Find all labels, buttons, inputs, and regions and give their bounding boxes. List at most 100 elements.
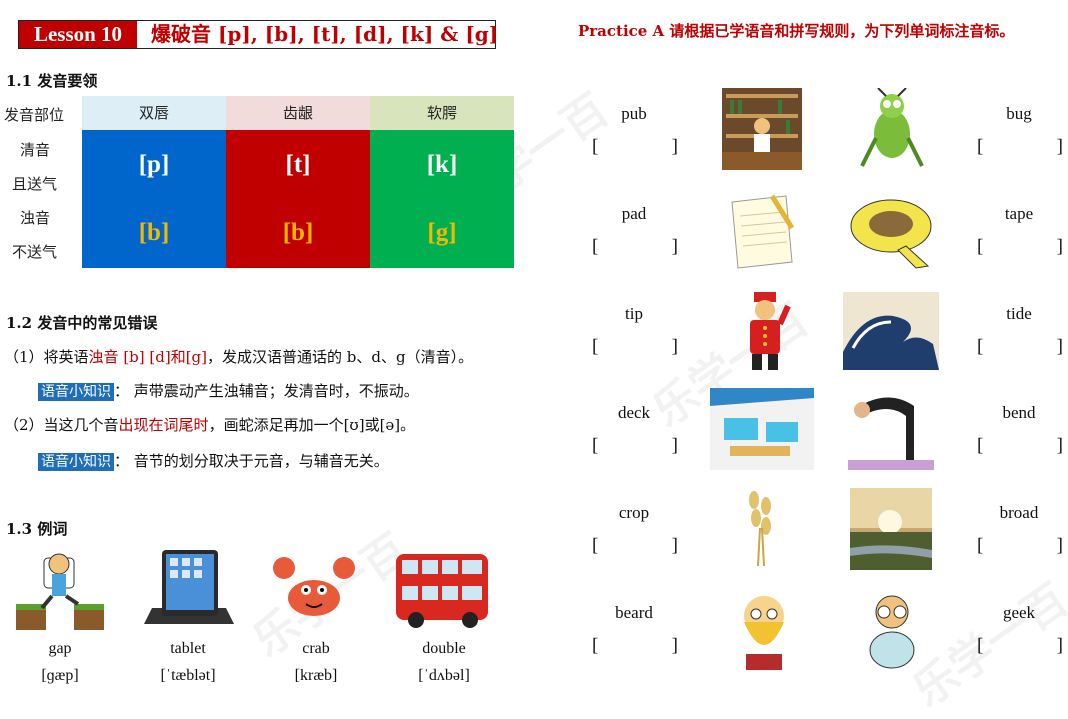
practice-word-broad: broad (999, 503, 1039, 522)
column-header-velar: 软腭 (370, 96, 514, 130)
example-word-tablet: tablet (170, 640, 206, 657)
tip-badge: 语音小知识 (38, 453, 114, 471)
bracket-open: [ (592, 435, 599, 456)
practice-word-beard: beard (615, 603, 653, 622)
practice-word-bug: bug (1006, 104, 1032, 123)
bracket-close: ] (1056, 435, 1063, 456)
section-heading-1-1: 1.1 发音要领 (6, 72, 98, 90)
example-ipa-tablet: [ˈtæblət] (160, 667, 216, 684)
wave-picture (843, 292, 939, 370)
bellhop-picture (736, 288, 796, 372)
answer-field-pad[interactable]: [] (592, 236, 678, 258)
lesson-number: Lesson 10 (19, 21, 137, 48)
bracket-open: [ (977, 535, 984, 556)
symbol-p: [p] (138, 151, 170, 178)
gap-picture (16, 548, 104, 630)
bracket-close: ] (1056, 635, 1063, 656)
section-heading-1-2: 1.2 发音中的常见错误 (6, 314, 158, 332)
tip-line-2: 语音小知识： 音节的划分取决于元音，与辅音无关。 (38, 450, 389, 471)
symbol-k: [k] (426, 151, 458, 178)
practice-word-tide: tide (1006, 304, 1032, 323)
answer-field-beard[interactable]: [] (592, 635, 678, 657)
answer-field-geek[interactable]: [] (977, 635, 1063, 657)
tip-line-1: 语音小知识： 声带震动产生浊辅音；发清音时，不振动。 (38, 380, 419, 401)
answer-field-broad[interactable]: [] (977, 535, 1063, 557)
error-line-1-highlight: 浊音 [b] [d]和[g] (88, 348, 208, 366)
symbol-t: [t] (285, 151, 311, 178)
bracket-close: ] (671, 535, 678, 556)
example-ipa-double: [ˈdʌbəl] (418, 667, 470, 684)
answer-field-tape[interactable]: [] (977, 236, 1063, 258)
bracket-close: ] (671, 635, 678, 656)
answer-field-crop[interactable]: [] (592, 535, 678, 557)
lesson-title: 爆破音 [p], [b], [t], [d], [k] & [g] (151, 22, 499, 46)
practice-word-geek: geek (1002, 603, 1036, 622)
notepad-picture (726, 192, 798, 270)
bracket-close: ] (671, 136, 678, 157)
practice-title: Practice A 请根据已学语音和拼写规则，为下列单词标注音标。 (578, 22, 1015, 40)
symbol-b: [b] (138, 219, 170, 246)
bearded-man-picture (732, 588, 796, 670)
example-word-crab: crab (302, 640, 330, 657)
error-line-1-tail: ，发成汉语普通话的 b、d、g（清音）。 (207, 348, 474, 366)
tip-text-2: ： 音节的划分取决于元音，与辅音无关。 (114, 452, 389, 470)
row-label-voiced: 浊音 (20, 209, 51, 227)
tablet-picture (134, 548, 244, 630)
cruise-ship-deck-picture (710, 388, 814, 470)
bracket-close: ] (671, 336, 678, 357)
bracket-open: [ (977, 136, 984, 157)
practice-word-tip: tip (625, 304, 643, 323)
bracket-open: [ (592, 336, 599, 357)
row-label-voiceless-aspirated: 且送气 (12, 175, 58, 193)
row-label-voiceless: 清音 (20, 141, 51, 159)
landscape-picture (850, 488, 932, 570)
bracket-open: [ (592, 535, 599, 556)
answer-field-tip[interactable]: [] (592, 336, 678, 358)
practice-word-crop: crop (618, 503, 650, 522)
error-line-2-text: （2）当这几个音 (4, 416, 119, 434)
bracket-open: [ (977, 635, 984, 656)
answer-field-bug[interactable]: [] (977, 136, 1063, 158)
bracket-close: ] (1056, 336, 1063, 357)
yoga-bend-picture (848, 388, 934, 470)
answer-field-pub[interactable]: [] (592, 136, 678, 158)
bracket-close: ] (1056, 535, 1063, 556)
column-header-alveolar: 齿龈 (226, 96, 370, 130)
example-ipa-gap: [ɡæp] (41, 667, 79, 684)
tape-picture (846, 188, 936, 270)
bracket-open: [ (977, 336, 984, 357)
double-decker-bus-picture (392, 548, 492, 630)
lesson-header: Lesson 10 爆破音 [p], [b], [t], [d], [k] & … (18, 20, 499, 49)
bracket-open: [ (977, 435, 984, 456)
bracket-close: ] (671, 435, 678, 456)
example-ipa-crab: [kræb] (294, 667, 338, 684)
tip-badge: 语音小知识 (38, 383, 114, 401)
answer-field-tide[interactable]: [] (977, 336, 1063, 358)
example-word-double: double (422, 640, 466, 657)
answer-field-deck[interactable]: [] (592, 435, 678, 457)
bracket-close: ] (671, 236, 678, 257)
error-line-2: （2）当这几个音出现在词尾时，画蛇添足再加一个[ʊ]或[ə]。 (4, 414, 415, 435)
bug-picture (856, 88, 928, 170)
practice-word-pub: pub (621, 104, 647, 123)
bracket-open: [ (592, 236, 599, 257)
error-line-1: （1）将英语浊音 [b] [d]和[g]，发成汉语普通话的 b、d、g（清音）。 (4, 346, 473, 367)
tip-text-1: ： 声带震动产生浊辅音；发清音时，不振动。 (114, 382, 419, 400)
bracket-close: ] (1056, 136, 1063, 157)
practice-word-bend: bend (1002, 403, 1036, 422)
symbol-d: [b] (282, 219, 314, 246)
bracket-open: [ (592, 635, 599, 656)
pub-picture (722, 88, 802, 170)
row-label-voiced-unaspirated: 不送气 (12, 243, 58, 261)
row-label-place: 发音部位 (4, 106, 65, 124)
symbol-g: [g] (427, 219, 457, 246)
crab-picture (270, 548, 358, 630)
bracket-close: ] (1056, 236, 1063, 257)
bracket-open: [ (592, 136, 599, 157)
practice-word-tape: tape (1004, 204, 1034, 223)
answer-field-bend[interactable]: [] (977, 435, 1063, 457)
error-line-2-tail: ，画蛇添足再加一个[ʊ]或[ə]。 (208, 416, 416, 434)
error-line-1-text: （1）将英语 (4, 348, 89, 366)
section-heading-1-3: 1.3 例词 (6, 520, 68, 538)
geek-picture (862, 588, 922, 670)
